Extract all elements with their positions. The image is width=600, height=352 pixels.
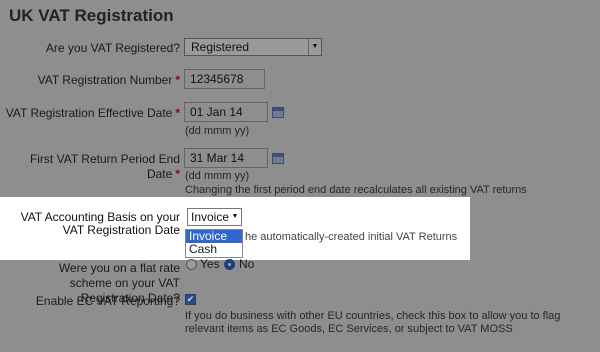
reg-number-input[interactable]: 12345678 xyxy=(184,69,265,89)
accounting-basis-hint: he automatically-created initial VAT Ret… xyxy=(245,231,458,243)
accounting-basis-dropdown: Invoice Cash xyxy=(185,229,243,258)
ec-vat-checkbox[interactable]: ✔ xyxy=(185,294,196,305)
required-marker: * xyxy=(175,167,180,181)
flat-rate-no-radio[interactable] xyxy=(224,259,235,270)
ec-vat-hint: If you do business with other EU countri… xyxy=(185,310,561,335)
first-return-hint: (dd mmm yy) xyxy=(185,170,250,182)
effective-date-label: VAT Registration Effective Date * xyxy=(6,106,180,121)
accounting-basis-label: VAT Accounting Basis on your VAT Registr… xyxy=(20,210,180,237)
flat-rate-no-label: No xyxy=(239,257,255,271)
vat-registered-label: Are you VAT Registered? xyxy=(45,41,180,55)
reg-number-label-text: VAT Registration Number xyxy=(37,73,173,87)
flat-rate-yes-label: Yes xyxy=(200,257,220,271)
flat-rate-yes-radio[interactable] xyxy=(186,259,197,270)
dropdown-option-cash[interactable]: Cash xyxy=(186,243,242,256)
first-return-label: First VAT Return Period End Date * xyxy=(0,152,180,182)
vat-registered-value: Registered xyxy=(191,40,250,54)
ec-vat-label: Enable EC VAT Reporting? xyxy=(35,294,180,308)
first-return-input[interactable]: 31 Mar 14 xyxy=(184,148,268,168)
required-marker: * xyxy=(175,73,180,87)
first-return-note: Changing the first period end date recal… xyxy=(185,184,527,196)
vat-registered-select[interactable]: Registered ▼ xyxy=(184,38,322,56)
effective-date-input[interactable]: 01 Jan 14 xyxy=(184,102,268,122)
page-title: UK VAT Registration xyxy=(9,6,174,25)
calendar-icon[interactable] xyxy=(272,107,284,118)
chevron-down-icon: ▼ xyxy=(231,213,239,220)
required-marker: * xyxy=(175,106,180,120)
effective-date-label-text: VAT Registration Effective Date xyxy=(5,106,173,120)
chevron-down-icon: ▼ xyxy=(308,39,321,55)
accounting-basis-value: Invoice xyxy=(191,210,230,224)
effective-date-hint: (dd mmm yy) xyxy=(185,125,250,137)
accounting-basis-select[interactable]: Invoice ▼ xyxy=(187,208,242,226)
reg-number-label: VAT Registration Number * xyxy=(38,73,180,88)
calendar-icon[interactable] xyxy=(272,153,284,164)
first-return-label-text: First VAT Return Period End Date xyxy=(29,152,180,181)
